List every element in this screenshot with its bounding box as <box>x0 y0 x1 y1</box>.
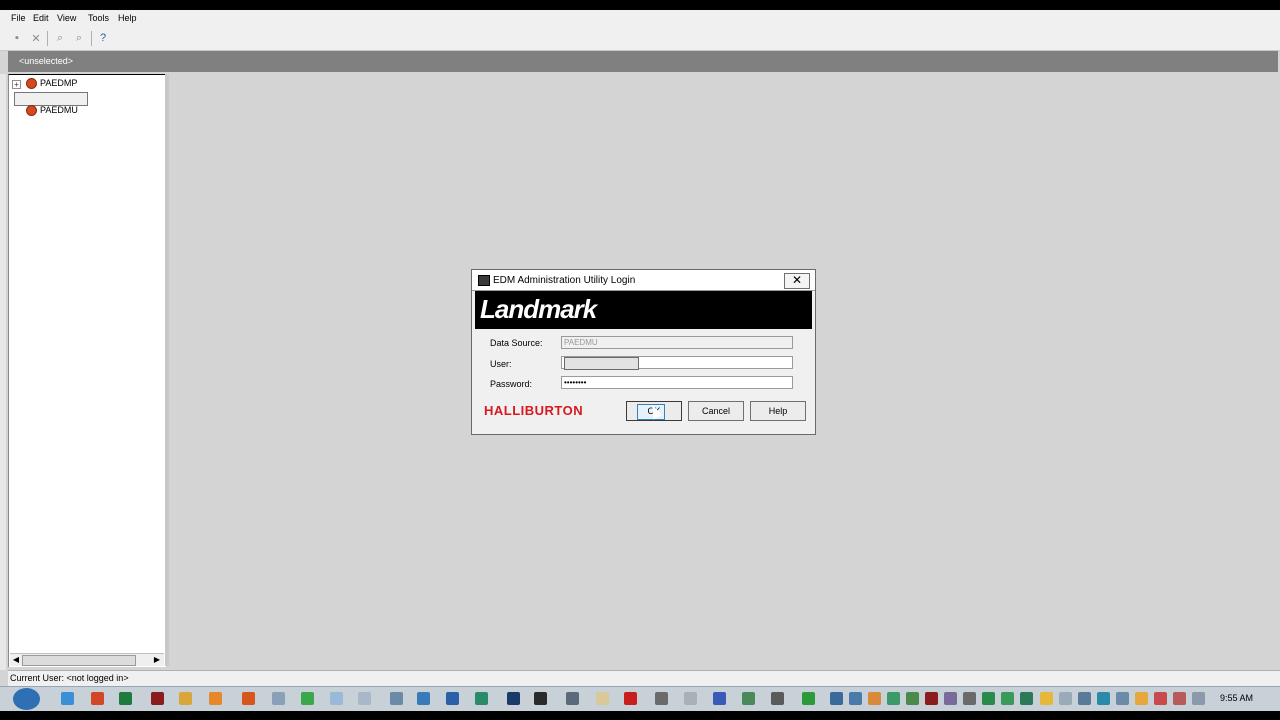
tray-icon[interactable] <box>849 692 862 705</box>
expand-icon[interactable]: + <box>12 80 21 89</box>
selection-bar: <unselected> <box>8 51 1278 72</box>
database-icon <box>26 105 37 116</box>
tray-icon[interactable] <box>1154 692 1167 705</box>
terminal-icon[interactable] <box>534 692 547 705</box>
tray-icon[interactable] <box>887 692 900 705</box>
app-icon[interactable] <box>742 692 755 705</box>
panel-splitter[interactable] <box>165 74 169 666</box>
app-icon <box>478 275 490 286</box>
tray-icon[interactable] <box>1192 692 1205 705</box>
tray-icon[interactable] <box>906 692 919 705</box>
left-edge-strip <box>0 74 6 670</box>
chrome-icon[interactable] <box>301 692 314 705</box>
taskbar-clock[interactable]: 9:55 AM <box>1220 693 1253 703</box>
cancel-button[interactable]: Cancel <box>688 401 744 421</box>
app-icon[interactable] <box>771 692 784 705</box>
app-icon[interactable] <box>802 692 815 705</box>
delete-icon[interactable]: ✕ <box>29 31 43 45</box>
app-icon[interactable] <box>417 692 430 705</box>
word-icon[interactable] <box>446 692 459 705</box>
excel-icon[interactable] <box>119 692 132 705</box>
tray-icon[interactable] <box>830 692 843 705</box>
tray-icon[interactable] <box>1097 692 1110 705</box>
landmark-logo: Landmark <box>480 294 597 324</box>
find-icon[interactable]: ⌕ <box>53 31 67 45</box>
tray-icon[interactable] <box>1078 692 1091 705</box>
data-source-tree: + PAEDMP PAEDMU ◀ ▶ <box>8 74 166 667</box>
tray-icon[interactable] <box>925 692 938 705</box>
find-next-icon[interactable]: ⌕ <box>72 31 86 45</box>
menu-help[interactable]: Help <box>118 13 137 23</box>
data-source-field <box>561 336 793 349</box>
app-icon[interactable] <box>596 692 609 705</box>
explorer-icon[interactable] <box>179 692 192 705</box>
app-icon[interactable] <box>390 692 403 705</box>
dialog-title-bar[interactable]: EDM Administration Utility Login ✕ <box>472 270 815 291</box>
taskbar: 9:55 AM <box>0 686 1280 711</box>
password-label: Password: <box>490 379 533 389</box>
outlook-icon[interactable] <box>209 692 222 705</box>
toolbar: ▪ ✕ ⌕ ⌕ ? <box>0 27 1280 51</box>
tray-icon[interactable] <box>1040 692 1053 705</box>
scroll-left-icon[interactable]: ◀ <box>11 655 21 665</box>
scrollbar-thumb[interactable] <box>22 655 136 666</box>
landmark-banner: Landmark <box>475 291 812 329</box>
status-text: Current User: <not logged in> <box>10 673 129 683</box>
tray-icon[interactable] <box>1059 692 1072 705</box>
lync-icon[interactable] <box>475 692 488 705</box>
tool-icon[interactable] <box>272 692 285 705</box>
app-icon[interactable] <box>566 692 579 705</box>
scroll-right-icon[interactable]: ▶ <box>152 655 162 665</box>
close-button[interactable]: ✕ <box>784 273 810 289</box>
selection-text: <unselected> <box>19 56 74 66</box>
password-field[interactable] <box>561 376 793 389</box>
halliburton-logo: HALLIBURTON <box>484 403 584 418</box>
app-icon[interactable] <box>330 692 343 705</box>
horizontal-scrollbar[interactable]: ◀ ▶ <box>10 653 164 666</box>
tray-icon[interactable] <box>963 692 976 705</box>
toolbar-separator <box>91 31 92 46</box>
menu-file[interactable]: File <box>11 13 26 23</box>
help-icon[interactable]: ? <box>96 31 110 45</box>
tree-item-label: PAEDMP <box>40 78 78 88</box>
tray-icon[interactable] <box>1001 692 1014 705</box>
tray-icon[interactable] <box>1135 692 1148 705</box>
search-app-icon[interactable] <box>507 692 520 705</box>
tree-item-paedmu[interactable]: PAEDMU <box>9 104 159 118</box>
login-dialog: EDM Administration Utility Login ✕ Landm… <box>471 269 816 435</box>
status-bar: Current User: <not logged in> <box>8 670 1280 687</box>
tray-icon[interactable] <box>944 692 957 705</box>
dialog-title: EDM Administration Utility Login <box>493 275 636 286</box>
help-button[interactable]: Help <box>750 401 806 421</box>
tray-icon[interactable] <box>1116 692 1129 705</box>
tray-icon[interactable] <box>868 692 881 705</box>
menu-bar: File Edit View Tools Help <box>0 10 1280 27</box>
tree-item-label: PAEDMU <box>40 105 78 115</box>
user-field-highlight <box>564 357 639 370</box>
tray-icon[interactable] <box>1020 692 1033 705</box>
tree-item-paedmp[interactable]: + PAEDMP <box>9 77 159 91</box>
save-icon[interactable]: ▪ <box>10 31 24 45</box>
ie-icon[interactable] <box>61 692 74 705</box>
firefox-icon[interactable] <box>242 692 255 705</box>
app-icon[interactable] <box>684 692 697 705</box>
app-icon[interactable] <box>358 692 371 705</box>
toolbar-separator <box>47 31 48 46</box>
tray-icon[interactable] <box>982 692 995 705</box>
data-source-label: Data Source: <box>490 338 543 348</box>
menu-view[interactable]: View <box>57 13 76 23</box>
powerpoint-icon[interactable] <box>91 692 104 705</box>
acrobat-icon[interactable] <box>624 692 637 705</box>
start-button[interactable] <box>13 688 40 710</box>
user-label: User: <box>490 359 512 369</box>
menu-edit[interactable]: Edit <box>33 13 49 23</box>
visio-icon[interactable] <box>713 692 726 705</box>
onenote-icon[interactable] <box>151 692 164 705</box>
menu-tools[interactable]: Tools <box>88 13 109 23</box>
tray-icon[interactable] <box>1173 692 1186 705</box>
app-icon[interactable] <box>655 692 668 705</box>
database-icon <box>26 78 37 89</box>
